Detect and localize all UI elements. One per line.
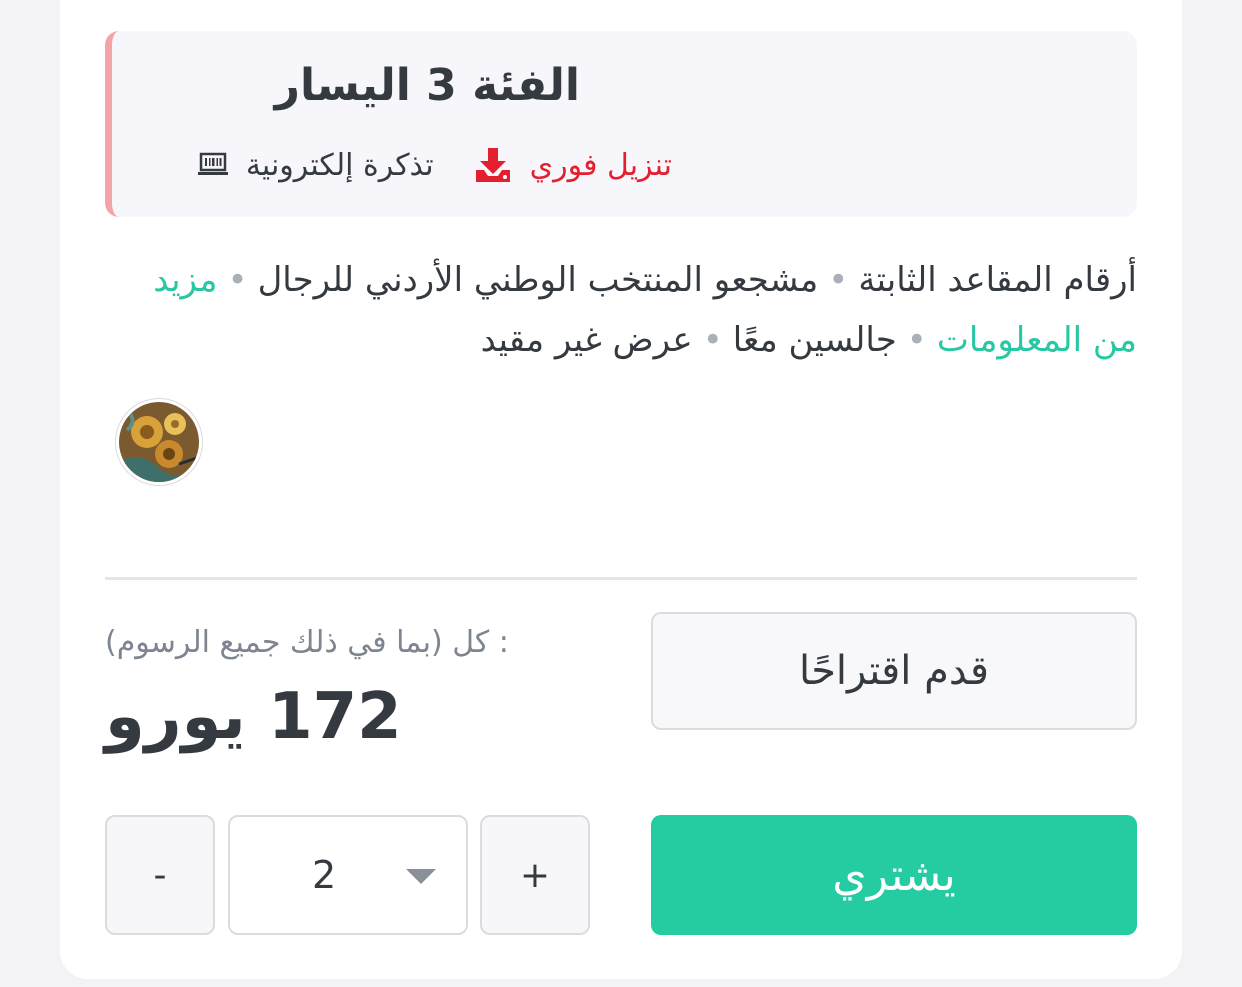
quantity-decrease-button[interactable]: - [105,815,215,935]
feature-unrestricted-view: عرض غير مقيد [480,320,693,360]
separator-dot: • [227,260,248,300]
feature-seated-together: جالسين معًا [732,320,897,360]
eticket-feature: تذكرة إلكترونية [197,147,434,183]
buy-button[interactable]: يشتري [651,815,1137,935]
make-offer-button[interactable]: قدم اقتراحًا [651,612,1137,730]
ticket-features: تنزيل فوري تذكرة إلكترونية [197,146,672,184]
chevron-down-icon [406,869,436,884]
eticket-label: تذكرة إلكترونية [245,147,434,183]
seller-avatar[interactable] [116,399,202,485]
instant-download-feature: تنزيل فوري [474,146,672,184]
instant-download-label: تنزيل فوري [529,147,672,183]
category-info-box [105,31,1137,217]
price-value: 172 يورو [105,680,402,754]
listing-description: أرقام المقاعد الثابتة•مشجعو المنتخب الوط… [105,250,1137,370]
barcode-ticket-icon [197,152,228,178]
download-icon [474,146,512,184]
separator-dot: • [828,260,849,300]
quantity-select[interactable]: 2 [228,815,468,935]
category-title: الفئة 3 اليسار [274,60,580,111]
separator-dot: • [702,320,723,360]
quantity-increase-button[interactable]: + [480,815,590,935]
separator-dot: • [906,320,927,360]
section-divider [105,577,1137,580]
quantity-value: 2 [312,853,337,897]
feature-supporters: مشجعو المنتخب الوطني الأردني للرجال [257,260,819,300]
feature-fixed-seats: أرقام المقاعد الثابتة [858,260,1137,300]
price-label: : كل (بما في ذلك جميع الرسوم) [105,625,509,660]
